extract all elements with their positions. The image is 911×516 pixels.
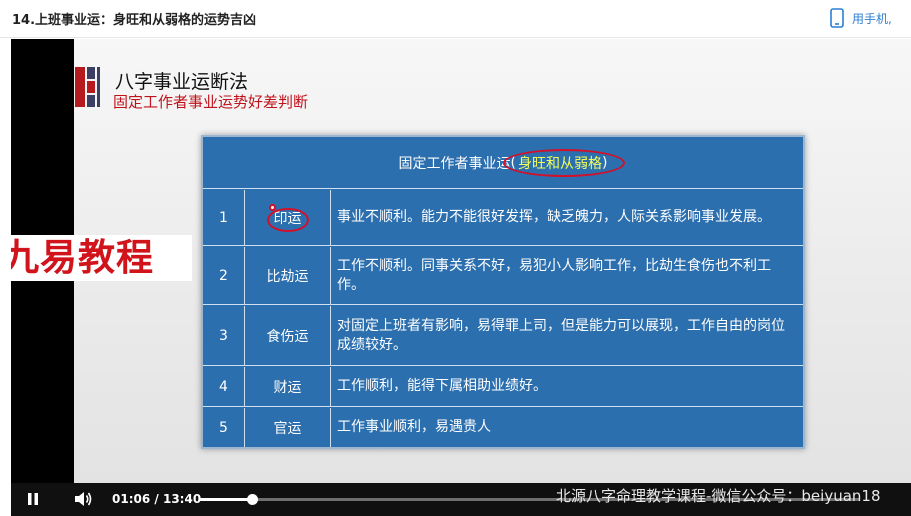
progress-handle[interactable] (247, 494, 259, 505)
row-name: 比劫运 (245, 247, 331, 304)
progress-fill (199, 498, 253, 501)
row-number: 4 (203, 367, 245, 406)
slide-subtitle: 固定工作者事业运势好差判断 (113, 93, 309, 111)
table-row: 2 比劫运 工作不顺利。同事关系不好，易犯小人影响工作，比劫生食伤也不利工作。 (203, 247, 803, 305)
table-row: 4 财运 工作顺利，能得下属相助业绩好。 (203, 367, 803, 407)
brand-watermark: 九易教程 (11, 235, 192, 281)
volume-icon[interactable] (73, 490, 93, 508)
row-number: 5 (203, 408, 245, 447)
table-row: 3 食伤运 对固定上班者有影响，易得罪上司，但是能力可以展现，工作自由的岗位成绩… (203, 306, 803, 366)
phone-icon (830, 8, 844, 28)
row-description: 工作事业顺利，易遇贵人 (337, 419, 491, 435)
table-row: 1 印运 事业不顺利。能力不能很好发挥，缺乏魄力，人际关系影响事业发展。 (203, 190, 803, 246)
playback-time: 01:06 / 13:40 (112, 492, 201, 506)
table-header: 固定工作者事业运 ( 身旺和从弱格 ) (203, 137, 803, 189)
annotation-dot (269, 204, 276, 211)
mobile-link-label[interactable]: 用手机, (852, 10, 892, 27)
course-watermark: 北源八字命理教学课程-微信公众号：beiyuan18 (556, 487, 881, 505)
slide-frame: 八字事业运断法 固定工作者事业运势好差判断 固定工作者事业运 ( 身旺和从弱格 … (74, 39, 911, 483)
current-time: 01:06 (112, 492, 151, 506)
table-row: 5 官运 工作事业顺利，易遇贵人 (203, 408, 803, 447)
mobile-watch-link[interactable]: 用手机, (830, 6, 911, 30)
table-header-main: 固定工作者事业运 (398, 155, 511, 172)
annotation-ring (267, 208, 309, 232)
lesson-title: 14.上班事业运：身旺和从弱格的运势吉凶 (12, 13, 257, 28)
slide-logo-icon (75, 67, 100, 107)
annotation-ellipse (503, 149, 625, 177)
luck-table: 固定工作者事业运 ( 身旺和从弱格 ) 1 印运 事业不顺利。能力不能很好发挥，… (201, 135, 805, 449)
row-number: 2 (203, 247, 245, 304)
total-time: 13:40 (162, 492, 202, 506)
row-number: 3 (203, 306, 245, 365)
video-player[interactable]: 八字事业运断法 固定工作者事业运势好差判断 固定工作者事业运 ( 身旺和从弱格 … (11, 39, 911, 516)
row-description: 工作顺利，能得下属相助业绩好。 (337, 378, 547, 394)
row-description: 事业不顺利。能力不能很好发挥，缺乏魄力，人际关系影响事业发展。 (337, 209, 771, 225)
row-number: 1 (203, 190, 245, 245)
row-description: 对固定上班者有影响，易得罪上司，但是能力可以展现，工作自由的岗位成绩较好。 (337, 317, 785, 353)
row-name: 官运 (245, 408, 331, 447)
pause-icon[interactable] (25, 491, 41, 507)
row-name: 食伤运 (245, 306, 331, 365)
time-separator: / (154, 492, 159, 506)
top-bar: 14.上班事业运：身旺和从弱格的运势吉凶 用手机, (0, 0, 911, 38)
row-name: 财运 (245, 367, 331, 406)
row-description: 工作不顺利。同事关系不好，易犯小人影响工作，比劫生食伤也不利工作。 (337, 257, 771, 293)
slide-title: 八字事业运断法 (115, 71, 249, 93)
